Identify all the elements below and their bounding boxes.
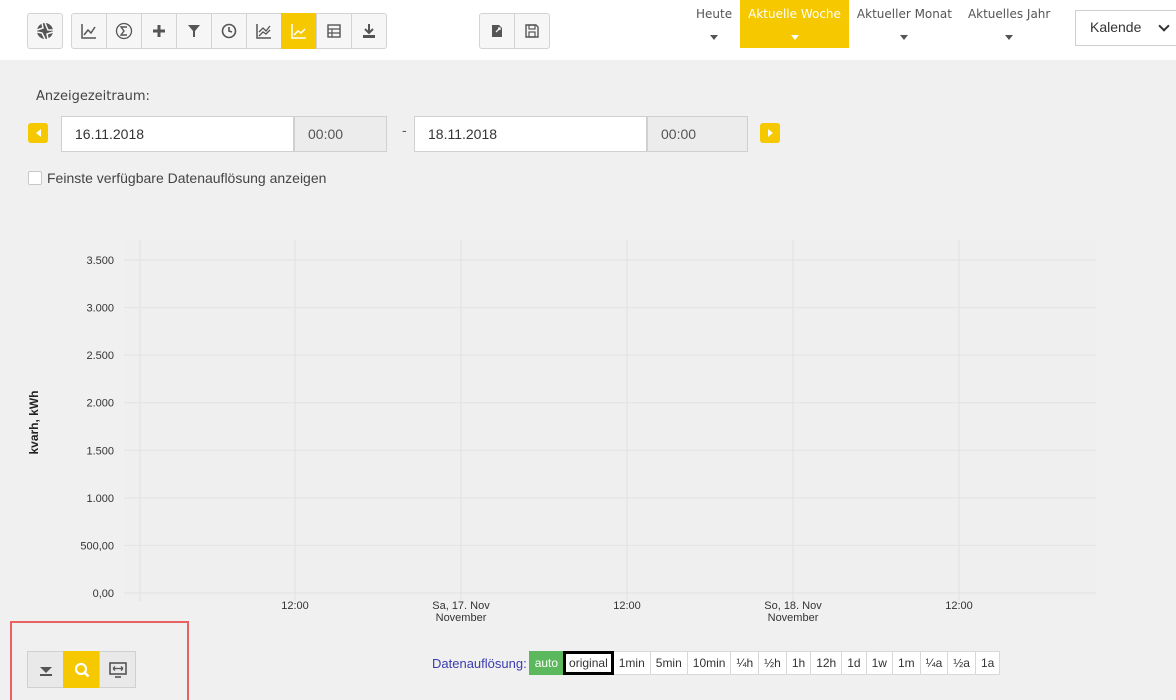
line-chart-button[interactable] [71, 13, 107, 49]
resolution-option[interactable]: 1d [841, 651, 867, 675]
resolution-option[interactable]: 1min [612, 651, 651, 675]
caret-down-icon [1005, 35, 1014, 40]
tab-aktuelles-jahr-label: Aktuelles Jahr [967, 7, 1051, 21]
save-icon [525, 24, 539, 38]
filter-button[interactable] [176, 13, 212, 49]
clock-icon [221, 23, 237, 39]
collapse-down-icon [39, 666, 52, 676]
start-time-input[interactable]: 00:00 [294, 116, 387, 152]
download-icon [363, 24, 375, 38]
chart-tools [27, 651, 136, 688]
resolution-option[interactable]: 1h [785, 651, 812, 675]
resolution-option[interactable]: ¼h [730, 651, 760, 675]
y-tick-label: 1.500 [86, 445, 114, 457]
x-tick-sublabel: November [436, 612, 487, 624]
sum-button[interactable] [106, 13, 142, 49]
zoom-icon [74, 662, 89, 677]
add-button[interactable] [141, 13, 177, 49]
y-tick-label: 2.500 [86, 350, 114, 362]
fit-screen-icon [108, 661, 127, 678]
period-tabs: Heute Aktuelle Woche Aktueller Monat Akt… [688, 0, 1058, 48]
area-chart-icon [256, 24, 271, 39]
resolution-option[interactable]: ¼a [919, 651, 949, 675]
y-tick-label: 3.500 [86, 255, 114, 267]
area-chart-button[interactable] [246, 13, 282, 49]
range-separator: - [402, 124, 407, 139]
export-icon [492, 25, 502, 37]
tab-aktuelle-woche[interactable]: Aktuelle Woche [740, 0, 849, 48]
table-icon [327, 24, 341, 38]
y-axis-label: kvarh, kWh [27, 390, 41, 454]
tool-group-1 [27, 13, 63, 49]
chart: 0,00 500,00 1.000 1.500 2.000 2.500 3.000 3.500… [27, 240, 1096, 624]
resolution-option[interactable]: original [563, 651, 614, 675]
plus-icon [153, 25, 165, 37]
range-label: Anzeigezeitraum: [36, 89, 150, 104]
line-chart-active-button[interactable] [281, 13, 317, 49]
caret-down-icon [900, 35, 909, 40]
resolution-option[interactable]: 1m [891, 651, 921, 675]
resolution-option[interactable]: 10min [686, 651, 732, 675]
calendar-select-value: Kalende [1090, 19, 1142, 35]
finest-resolution-label: Feinste verfügbare Datenauflösung anzeig… [47, 170, 327, 186]
x-tick-label: 12:00 [281, 600, 309, 612]
resolution-option[interactable]: ½h [758, 651, 787, 675]
x-tick-label: So, 18. Nov [764, 600, 822, 612]
y-tick-label: 500,00 [80, 540, 114, 552]
y-tick-label: 2.000 [86, 398, 114, 410]
resolution-option[interactable]: auto [528, 651, 565, 675]
finest-resolution-checkbox[interactable] [28, 171, 42, 185]
table-button[interactable] [316, 13, 352, 49]
aperture-button[interactable] [27, 13, 63, 49]
arrow-right-icon [767, 129, 773, 137]
tool-group-2 [71, 13, 387, 49]
tool-group-3 [479, 13, 550, 49]
y-tick-label: 0,00 [93, 588, 114, 600]
resolution-option[interactable]: 1a [974, 651, 1001, 675]
line-chart-active-icon [291, 24, 306, 39]
time-button[interactable] [211, 13, 247, 49]
y-tick-label: 1.000 [86, 493, 114, 505]
previous-period-button[interactable] [28, 123, 48, 143]
start-date-input[interactable]: 16.11.2018 [61, 116, 294, 152]
caret-down-icon [710, 35, 719, 40]
export-button[interactable] [479, 13, 515, 49]
x-tick-sublabel: November [768, 612, 819, 624]
resolution-label: Datenauflösung: [432, 655, 527, 671]
arrow-left-icon [35, 129, 41, 137]
resolution-option[interactable]: 5min [649, 651, 688, 675]
end-date-input[interactable]: 18.11.2018 [414, 116, 647, 152]
y-tick-label: 3.000 [86, 303, 114, 315]
filter-icon [188, 25, 200, 37]
top-toolbar: Heute Aktuelle Woche Aktueller Monat Akt… [0, 0, 1176, 60]
tab-aktueller-monat[interactable]: Aktueller Monat [849, 0, 960, 48]
caret-down-icon [790, 35, 799, 40]
resolution-option[interactable]: 12h [810, 651, 843, 675]
x-tick-label: 12:00 [945, 600, 973, 612]
save-button[interactable] [514, 13, 550, 49]
next-period-button[interactable] [760, 123, 780, 143]
line-chart-icon [81, 24, 96, 39]
x-tick-label: 12:00 [613, 600, 641, 612]
download-button[interactable] [351, 13, 387, 49]
end-time-input[interactable]: 00:00 [647, 116, 748, 152]
sum-icon [115, 22, 133, 40]
resolution-bar: Datenauflösung: auto original 1min 5min 10mi… [432, 651, 1001, 675]
tab-heute[interactable]: Heute [688, 0, 740, 48]
plot-area [124, 240, 1096, 601]
calendar-select[interactable]: Kalende [1075, 10, 1176, 46]
tab-heute-label: Heute [696, 7, 733, 21]
collapse-button[interactable] [27, 651, 64, 688]
aperture-icon [36, 22, 54, 40]
tab-aktueller-monat-label: Aktueller Monat [856, 7, 952, 21]
tab-aktuelles-jahr[interactable]: Aktuelles Jahr [960, 0, 1058, 48]
resolution-option[interactable]: ½a [947, 651, 976, 675]
x-tick-label: Sa, 17. Nov [432, 600, 490, 612]
finest-resolution-option[interactable]: Feinste verfügbare Datenauflösung anzeig… [28, 170, 326, 186]
tab-aktuelle-woche-label: Aktuelle Woche [748, 7, 841, 21]
zoom-button[interactable] [63, 651, 100, 688]
resolution-option[interactable]: 1w [865, 651, 893, 675]
fit-screen-button[interactable] [99, 651, 136, 688]
